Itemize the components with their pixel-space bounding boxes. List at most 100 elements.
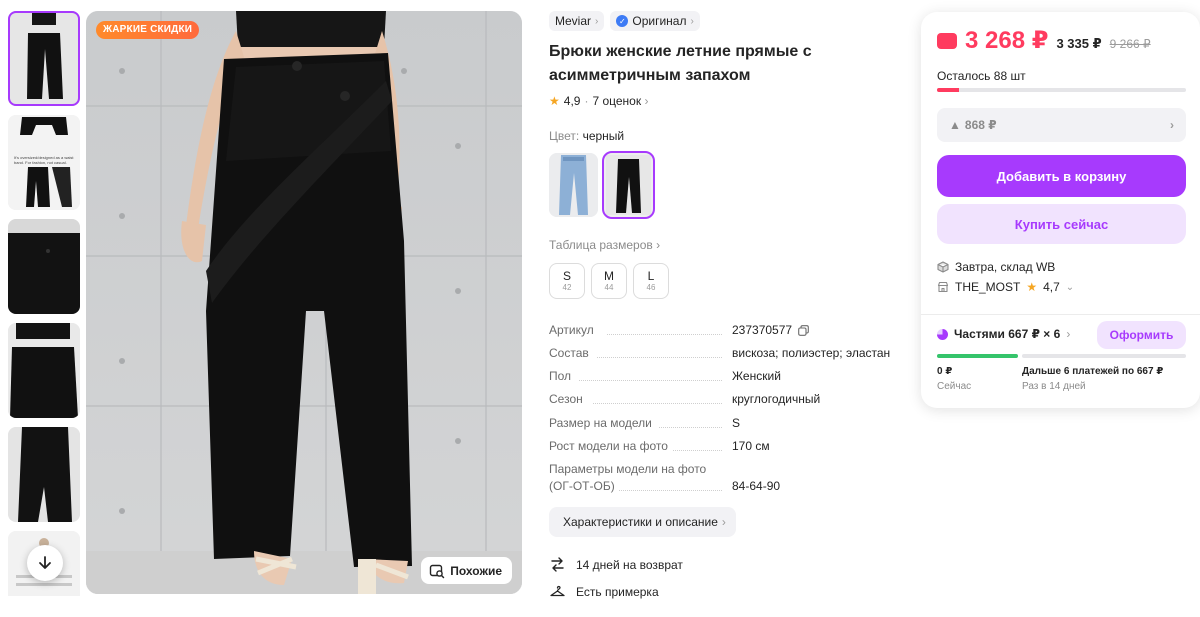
brand-name: Meviar <box>555 14 592 28</box>
param-value: 84-64-90 <box>732 479 781 493</box>
param-dots <box>593 403 722 404</box>
plan-now-label: Сейчас <box>937 381 972 392</box>
thumbnail-4[interactable] <box>8 323 80 418</box>
thumbnail-5[interactable] <box>8 427 80 522</box>
plan-later-bar <box>1022 354 1186 358</box>
size-options: S 42 M 44 L 46 <box>549 263 899 299</box>
size-label: S <box>562 269 571 283</box>
thumbnail-3[interactable] <box>8 219 80 314</box>
box-icon <box>937 261 949 273</box>
param-key: Артикул <box>549 323 594 337</box>
param-dots <box>579 380 722 381</box>
param-key-line2: (ОГ-ОТ-ОБ) <box>549 479 615 493</box>
wallet-price: 3 268 ₽ <box>965 27 1049 54</box>
copy-icon[interactable] <box>798 325 809 336</box>
brand-chip[interactable]: Meviar › <box>549 11 605 31</box>
verified-check-icon: ✓ <box>616 15 629 27</box>
brand-row: Meviar › ✓ Оригинал › <box>549 11 899 31</box>
scroll-down-button[interactable] <box>27 545 63 581</box>
perk-returns: 14 дней на возврат <box>549 556 683 573</box>
size-ru: 46 <box>646 283 656 292</box>
characteristics-button[interactable]: Характеристики и описание › <box>549 507 736 537</box>
original-chip[interactable]: ✓ Оригинал › <box>610 11 700 31</box>
param-dots <box>607 334 722 335</box>
chevron-right-icon: › <box>656 238 661 252</box>
size-label: L <box>647 269 655 283</box>
separator-dot: · <box>584 94 589 108</box>
param-key: Размер на модели <box>549 416 652 430</box>
similar-label: Похожие <box>450 563 502 578</box>
original-label: Оригинал <box>632 14 687 28</box>
promo-badge: ЖАРКИЕ СКИДКИ <box>96 21 200 39</box>
size-option-s[interactable]: S 42 <box>549 263 585 299</box>
color-option-black[interactable] <box>602 151 655 219</box>
seller-name: THE_MOST <box>955 280 1021 294</box>
chevron-right-icon: › <box>690 15 694 27</box>
plan-later-label: Раз в 14 дней <box>1022 381 1086 392</box>
shop-icon <box>937 281 949 293</box>
color-label-key: Цвет: <box>549 129 580 143</box>
param-dots <box>597 357 722 358</box>
star-icon: ★ <box>549 94 560 108</box>
stock-bar-fill <box>937 88 960 92</box>
param-value: 170 см <box>732 439 770 453</box>
product-title: Брюки женские летние прямые с асимметрич… <box>549 43 812 84</box>
return-icon <box>551 557 564 572</box>
param-key: Сезон <box>549 392 583 406</box>
article-number: 237370577 <box>732 323 793 337</box>
thumbnail-2[interactable]: It's oversized/designed as a waist band.… <box>8 115 80 210</box>
order-installments-button[interactable]: Оформить <box>1097 321 1186 349</box>
buy-now-button[interactable]: Купить сейчас <box>937 204 1186 244</box>
size-table-link[interactable]: Таблица размеров › <box>549 238 899 252</box>
points-value: 868 ₽ <box>964 118 997 132</box>
reviews-link[interactable]: 7 оценок › <box>592 94 648 108</box>
color-label-value: черный <box>582 129 625 143</box>
old-price: 9 266 ₽ <box>1109 37 1151 51</box>
seller-info[interactable]: THE_MOST ★ 4,7 ⌄ <box>937 280 1074 294</box>
arrow-down-icon <box>39 556 51 569</box>
product-info: Meviar › ✓ Оригинал › Брюки женские летн… <box>549 11 899 299</box>
reviews-count: 7 оценок <box>592 94 642 108</box>
param-dots <box>673 450 722 451</box>
wallet-icon <box>937 33 957 49</box>
delivery-info: Завтра, склад WB <box>937 260 1055 274</box>
main-product-photo[interactable]: ЖАРКИЕ СКИДКИ Похожие <box>86 11 522 594</box>
size-option-l[interactable]: L 46 <box>633 263 669 299</box>
plan-now-bar <box>937 354 1018 358</box>
chevron-right-icon: › <box>644 94 649 108</box>
color-option-blue[interactable] <box>549 153 598 217</box>
triangle-up-icon: ▲ <box>949 118 961 132</box>
thumbnail-strip: It's oversized/designed as a waist band.… <box>8 11 80 596</box>
chevron-right-icon: › <box>595 15 599 27</box>
product-image <box>86 11 522 594</box>
price-without-wallet: 3 335 ₽ <box>1056 36 1102 51</box>
delivery-text: Завтра, склад WB <box>955 260 1056 274</box>
param-key: Рост модели на фото <box>549 439 668 453</box>
stock-bar <box>937 88 1186 92</box>
installments-row[interactable]: Частями 667 ₽ × 6 › <box>937 327 1070 341</box>
param-key: Параметры модели на фото <box>549 462 707 476</box>
similar-button[interactable]: Похожие <box>421 557 512 584</box>
param-value: S <box>732 416 741 430</box>
rating-row: ★ 4,9 · 7 оценок › <box>549 94 899 108</box>
color-options <box>549 151 899 219</box>
thumbnail-caption: It's oversized/designed as a waist band.… <box>14 155 74 165</box>
size-option-m[interactable]: M 44 <box>591 263 627 299</box>
param-value: вискоза; полиэстер; эластан <box>732 346 891 360</box>
size-label: M <box>604 269 614 283</box>
perk-fitting: Есть примерка <box>549 583 659 600</box>
rating-value: 4,9 <box>563 94 581 108</box>
add-to-cart-button[interactable]: Добавить в корзину <box>937 155 1186 197</box>
perk-label: Есть примерка <box>576 584 659 599</box>
stock-label: Осталось 88 шт <box>937 69 1026 83</box>
points-row[interactable]: ▲ 868 ₽ › <box>937 108 1186 142</box>
perk-label: 14 дней на возврат <box>576 557 683 572</box>
card-divider <box>921 314 1200 315</box>
param-dots <box>619 490 722 491</box>
chevron-right-icon: › <box>1170 118 1174 132</box>
chevron-right-icon: › <box>1066 327 1071 341</box>
param-dots <box>659 427 722 428</box>
price-row: 3 268 ₽ 3 335 ₽ 9 266 ₽ <box>937 26 1151 55</box>
chevron-right-icon: › <box>721 515 726 529</box>
thumbnail-1[interactable] <box>8 11 80 106</box>
